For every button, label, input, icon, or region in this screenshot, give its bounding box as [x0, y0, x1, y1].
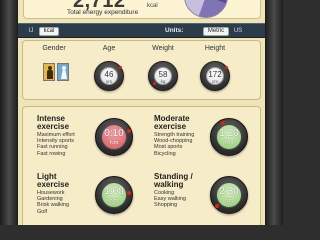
moderate-exercise-title: Moderate exercise — [154, 114, 190, 131]
moderate-exercise-section: Moderate exercise Strength training Wood-… — [154, 115, 194, 157]
weight-dial-indicator — [153, 82, 156, 85]
total-energy-label: Total energy expenditure — [67, 9, 139, 16]
height-label: Height — [204, 45, 226, 52]
device-frame-left — [0, 0, 18, 225]
standing-walking-time: 2:30 — [219, 186, 239, 197]
standing-walking-title: Standing / walking — [154, 172, 193, 189]
height-unit: cm — [212, 79, 218, 84]
intense-exercise-time: 0:10 — [104, 128, 124, 139]
list-item: Fast rowing — [37, 150, 66, 157]
intense-exercise-title: Intense exercise — [37, 114, 70, 131]
age-dial-indicator — [119, 66, 122, 69]
profile-panel: Gender Age Weight Height 46 yrs 58 kg 17… — [22, 40, 261, 100]
units-bar: IJ kcal Units: Metric US — [18, 23, 265, 38]
time-unit-label: h:m — [224, 198, 234, 204]
standing-walking-section: Standing / walking Cooking Easy walking S… — [154, 173, 193, 209]
age-label: Age — [102, 45, 116, 52]
timer-indicator — [215, 204, 219, 208]
weight-dial[interactable]: 58 kg — [148, 61, 178, 91]
gender-male-button[interactable] — [43, 63, 55, 81]
timer-indicator — [127, 129, 131, 133]
light-exercise-title: Light exercise — [37, 172, 70, 189]
gender-label: Gender — [42, 45, 66, 52]
moderate-exercise-timer[interactable]: 1:20 h:m — [210, 118, 248, 156]
time-unit-label: h:m — [109, 198, 119, 204]
female-icon — [61, 66, 67, 79]
list-item: Golf — [37, 208, 48, 215]
light-exercise-section: Light exercise Housework Gardening Brisk … — [37, 173, 69, 215]
weight-unit: kg — [160, 79, 166, 84]
moderate-exercise-time: 1:20 — [219, 128, 239, 139]
list-item: Bicycling — [154, 150, 176, 157]
timer-indicator — [221, 121, 225, 125]
list-item: Brisk walking — [37, 202, 70, 209]
gender-female-button[interactable] — [57, 63, 69, 81]
height-dial-indicator — [225, 66, 228, 69]
energy-summary-panel: 2,712 kcal Total energy expenditure — [23, 0, 261, 19]
male-icon — [47, 66, 53, 79]
height-dial[interactable]: 172 cm — [200, 61, 230, 91]
units-label: Units: — [165, 27, 184, 34]
weight-label: Weight — [152, 45, 174, 52]
energy-unit-ij-button[interactable]: IJ — [24, 27, 38, 36]
standing-walking-timer[interactable]: 2:30 h:m — [210, 176, 248, 214]
app-screen: 2,712 kcal Total energy expenditure IJ k… — [18, 0, 265, 225]
age-unit: yrs — [106, 79, 112, 84]
device-frame-right — [265, 0, 283, 225]
energy-unit-kcal-button[interactable]: kcal — [39, 27, 59, 36]
units-metric-button[interactable]: Metric — [203, 27, 229, 36]
weight-value: 58 — [158, 70, 168, 79]
age-value: 46 — [104, 70, 114, 79]
total-energy-unit: kcal — [147, 3, 158, 9]
energy-breakdown-pie — [184, 0, 228, 18]
height-value: 172 — [208, 70, 222, 79]
units-us-button[interactable]: US — [231, 27, 245, 36]
timer-indicator — [127, 191, 131, 195]
intense-exercise-section: Intense exercise Maximum effort Intensity… — [37, 115, 75, 157]
time-unit-label: h:m — [224, 140, 234, 146]
activity-panel: Intense exercise Maximum effort Intensity… — [22, 106, 261, 225]
age-dial[interactable]: 46 yrs — [94, 61, 124, 91]
intense-exercise-timer[interactable]: 0:10 h:m — [95, 118, 133, 156]
time-unit-label: h:m — [109, 140, 119, 146]
light-exercise-timer[interactable]: 1:00 h:m — [95, 176, 133, 214]
light-exercise-time: 1:00 — [104, 186, 124, 197]
list-item: Shopping — [154, 202, 178, 209]
